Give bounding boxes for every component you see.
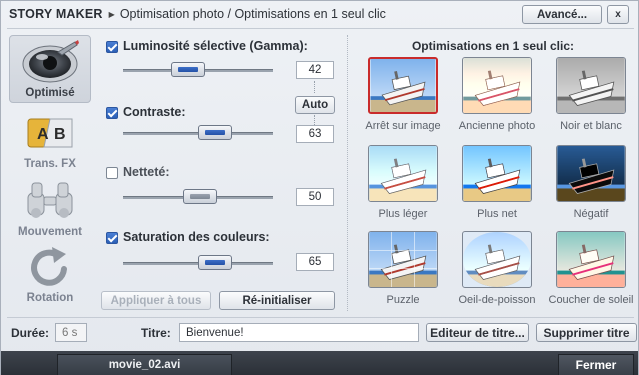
breadcrumb: Optimisation photo / Optimisations en 1 … [119, 7, 386, 21]
preset-negative[interactable]: Négatif [545, 145, 637, 220]
advanced-button[interactable]: Avancé... [522, 5, 602, 24]
footer-bar: movie_02.avi Fermer [1, 351, 638, 375]
brightness-slider-thumb[interactable] [171, 62, 205, 77]
sharpness-label: Netteté: [123, 165, 170, 179]
preset-label: Ancienne photo [458, 120, 536, 132]
preset-label: Coucher de soleil [548, 294, 634, 306]
preset-fisheye[interactable]: Oeil-de-poisson [451, 231, 543, 306]
close-panel-button[interactable]: x [607, 5, 629, 24]
duration-label: Durée: [11, 326, 50, 340]
preset-light[interactable]: Plus léger [357, 145, 449, 220]
nav-item-mouvement[interactable]: Mouvement [9, 173, 91, 241]
rotate-arrow-icon [31, 247, 67, 286]
contrast-checkbox[interactable] [106, 107, 118, 119]
duration-field[interactable]: 6 s [55, 323, 87, 342]
preset-thumbnail[interactable] [556, 57, 626, 114]
saturation-checkbox[interactable] [106, 232, 118, 244]
adjustment-controls: Luminosité sélective (Gamma): 42 Auto Co… [101, 35, 341, 313]
preset-label: Plus léger [378, 208, 428, 220]
title-field[interactable]: Bienvenue! [179, 323, 419, 342]
auto-button[interactable]: Auto [295, 96, 335, 114]
contrast-label: Contraste: [123, 105, 186, 119]
nav-item-optimise[interactable]: Optimisé [9, 35, 91, 103]
contrast-value[interactable]: 63 [296, 125, 334, 143]
preset-thumbnail[interactable] [368, 145, 438, 202]
svg-text:A: A [37, 126, 49, 143]
preset-label: Puzzle [386, 294, 420, 306]
preset-thumbnail[interactable] [462, 231, 532, 288]
preset-normal[interactable]: Arrêt sur image [357, 57, 449, 132]
nav-item-label: Trans. FX [24, 158, 76, 170]
preset-sharp[interactable]: Plus net [451, 145, 543, 220]
reset-button[interactable]: Ré-initialiser [219, 291, 335, 310]
preset-sepia-pink[interactable]: Ancienne photo [451, 57, 543, 132]
breadcrumb-arrow-icon: ▶ [108, 9, 115, 19]
nav-item-rotation[interactable]: Rotation [9, 239, 91, 307]
apply-to-all-button[interactable]: Appliquer à tous [101, 291, 211, 310]
delete-title-button[interactable]: Supprimer titre [536, 323, 637, 342]
preset-grayscale[interactable]: Noir et blanc [545, 57, 637, 132]
bottom-divider [7, 317, 634, 318]
preset-label: Oeil-de-poisson [458, 294, 536, 306]
presets-title: Optimisations en 1 seul clic: [411, 39, 575, 53]
svg-text:B: B [54, 126, 66, 143]
preset-thumbnail[interactable] [462, 57, 532, 114]
nav-item-label: Rotation [26, 292, 74, 304]
ab-transition-icon: A B [27, 118, 73, 148]
preset-thumbnail[interactable] [368, 57, 438, 114]
nav-item-label: Optimisé [25, 87, 75, 99]
preset-thumbnail[interactable] [462, 145, 532, 202]
sharpness-value[interactable]: 50 [296, 188, 334, 206]
saturation-value[interactable]: 65 [296, 253, 334, 271]
preset-label: Plus net [477, 208, 517, 220]
story-maker-window: STORY MAKER ▶ Optimisation photo / Optim… [0, 0, 639, 375]
file-tab[interactable]: movie_02.avi [57, 354, 232, 375]
saturation-label: Saturation des couleurs: [123, 230, 270, 244]
nav-item-trans-fx[interactable]: A B Trans. FX [9, 105, 91, 173]
one-click-presets: Optimisations en 1 seul clic: Arrêt sur … [357, 35, 637, 315]
column-divider [347, 35, 348, 311]
binoculars-icon [27, 182, 73, 218]
preset-sunset[interactable]: Coucher de soleil [545, 231, 637, 306]
brightness-checkbox[interactable] [106, 41, 118, 53]
link-dots [314, 81, 316, 93]
preset-label: Arrêt sur image [365, 120, 441, 132]
eye-icon [22, 40, 79, 83]
link-dots [314, 115, 316, 125]
sidebar-nav: Optimisé A B Trans. FX Mouvement Rotatio… [9, 35, 91, 307]
preset-puzzle[interactable]: Puzzle [357, 231, 449, 306]
preset-label: Négatif [573, 208, 609, 220]
preset-thumbnail[interactable] [368, 231, 438, 288]
saturation-slider-thumb[interactable] [198, 255, 232, 270]
brightness-value[interactable]: 42 [296, 61, 334, 79]
brightness-label: Luminosité sélective (Gamma): [123, 39, 308, 53]
preset-thumbnail[interactable] [556, 145, 626, 202]
nav-item-label: Mouvement [18, 226, 82, 238]
sharpness-slider-thumb[interactable] [183, 189, 217, 204]
header-divider [7, 28, 634, 29]
sharpness-checkbox[interactable] [106, 167, 118, 179]
title-label: Titre: [141, 326, 171, 340]
title-editor-button[interactable]: Editeur de titre... [426, 323, 529, 342]
app-name: STORY MAKER [9, 7, 103, 21]
contrast-slider-thumb[interactable] [198, 125, 232, 140]
preset-label: Noir et blanc [560, 120, 622, 132]
preset-thumbnail[interactable] [556, 231, 626, 288]
fermer-button[interactable]: Fermer [558, 354, 634, 375]
